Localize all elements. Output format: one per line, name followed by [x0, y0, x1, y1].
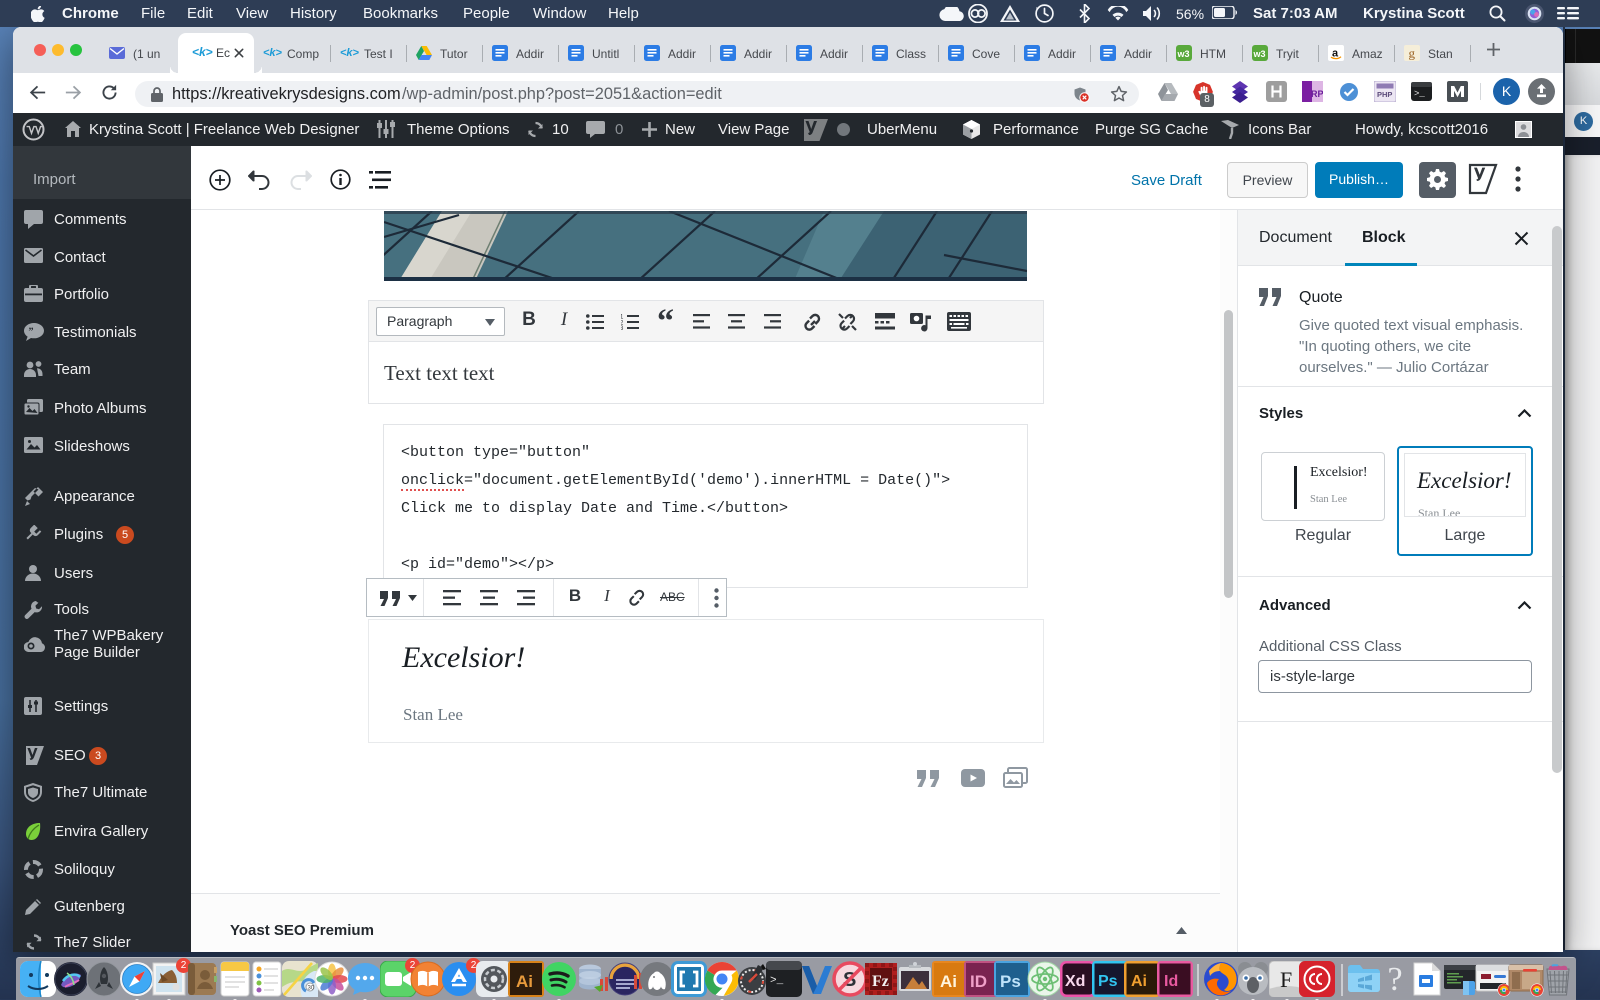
svg-text:w3: w3	[1177, 49, 1190, 59]
svg-text:>_: >_	[1414, 89, 1425, 99]
svg-text:RP: RP	[1311, 89, 1323, 99]
svg-text:3: 3	[621, 326, 624, 330]
svg-text:g: g	[1409, 46, 1416, 61]
svg-text:w3: w3	[1253, 49, 1266, 59]
svg-text:”: ”	[29, 327, 34, 338]
svg-text:Ai: Ai	[1131, 973, 1147, 990]
svg-text:ID: ID	[970, 972, 987, 991]
svg-text:F: F	[1280, 967, 1292, 992]
svg-text:Xd: Xd	[1065, 973, 1085, 990]
svg-text:Ps: Ps	[1098, 973, 1118, 990]
svg-text:PHP: PHP	[1377, 90, 1392, 99]
svg-text:Ai: Ai	[940, 972, 957, 991]
svg-text:>_: >_	[770, 975, 784, 987]
svg-text:Ps: Ps	[1000, 972, 1021, 991]
svg-text:Fz: Fz	[872, 973, 889, 990]
svg-text:Ai: Ai	[516, 972, 533, 991]
svg-text:Id: Id	[1164, 973, 1178, 990]
